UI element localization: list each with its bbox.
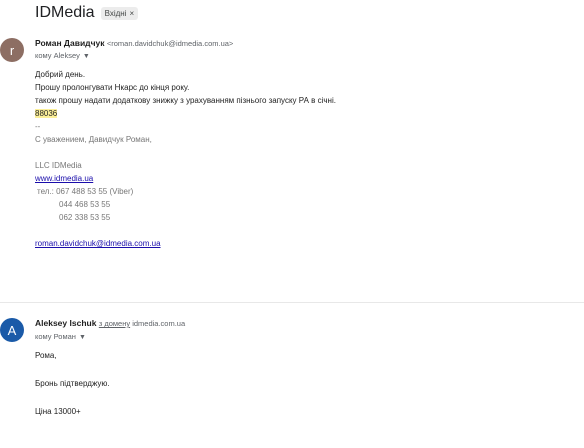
signature-company: LLC IDMedia (35, 161, 82, 170)
signature-phone-2: 044 468 53 55 (59, 200, 111, 209)
email-link[interactable]: roman.davidchuk@idmedia.com.ua (35, 239, 161, 248)
sender-line: Aleksey Ischuk з домену idmedia.com.ua (35, 318, 185, 328)
body-line: Прошу пролонгувати Нкарс до кінця року. (35, 83, 190, 92)
signature-email-row: roman.davidchuk@idmedia.com.ua (35, 237, 336, 250)
message-body: Добрий день. Прошу пролонгувати Нкарс до… (35, 68, 336, 250)
domain-text: idmedia.com.ua (132, 319, 186, 328)
signature-phone: тел.: 067 488 53 55 (Viber) (37, 187, 134, 196)
email-subject: IDMedia (35, 4, 95, 21)
sender-email: <roman.davidchuk@idmedia.com.ua> (106, 39, 234, 48)
details-dropdown-icon[interactable]: ▼ (83, 53, 90, 60)
inbox-label-chip[interactable]: Вхідні × (100, 6, 139, 20)
body-line: також прошу надати додаткову знижку з ур… (35, 96, 336, 105)
recipient-line[interactable]: кому Роман ▼ (35, 332, 86, 341)
highlighted-number: 88036 (35, 109, 58, 118)
signature-greeting: С уважением, Давидчук Роман, (35, 135, 152, 144)
signature-website-row: www.idmedia.ua (35, 172, 336, 185)
remove-label-icon[interactable]: × (129, 9, 134, 18)
body-line: Ціна 13000+ (35, 407, 81, 416)
avatar[interactable]: r (0, 38, 24, 62)
recipient-text: кому Aleksey (35, 51, 80, 60)
body-line: Бронь підтверджую. (35, 379, 110, 388)
body-line-highlighted: 88036 (35, 107, 336, 120)
details-dropdown-icon[interactable]: ▼ (79, 334, 86, 341)
body-line: Рома, (35, 351, 57, 360)
message-divider (0, 302, 584, 303)
avatar[interactable]: A (0, 318, 24, 342)
sender-line: Роман Давидчук <roman.davidchuk@idmedia.… (35, 38, 233, 48)
recipient-text: кому Роман (35, 332, 76, 341)
signature-phone-3: 062 338 53 55 (59, 213, 111, 222)
inbox-label-text: Вхідні (104, 8, 127, 18)
via-domain: з домену idmedia.com.ua (99, 319, 185, 328)
sender-name[interactable]: Aleksey Ischuk (35, 318, 96, 328)
recipient-line[interactable]: кому Aleksey ▼ (35, 51, 90, 60)
subject-header: IDMedia Вхідні × (35, 4, 139, 22)
sender-name[interactable]: Роман Давидчук (35, 38, 104, 48)
website-link[interactable]: www.idmedia.ua (35, 174, 93, 183)
message-body: Рома, Бронь підтверджую. Ціна 13000+ (35, 349, 110, 419)
signature-separator: -- (35, 122, 41, 131)
body-line: Добрий день. (35, 70, 86, 79)
via-text[interactable]: з домену (99, 319, 130, 328)
